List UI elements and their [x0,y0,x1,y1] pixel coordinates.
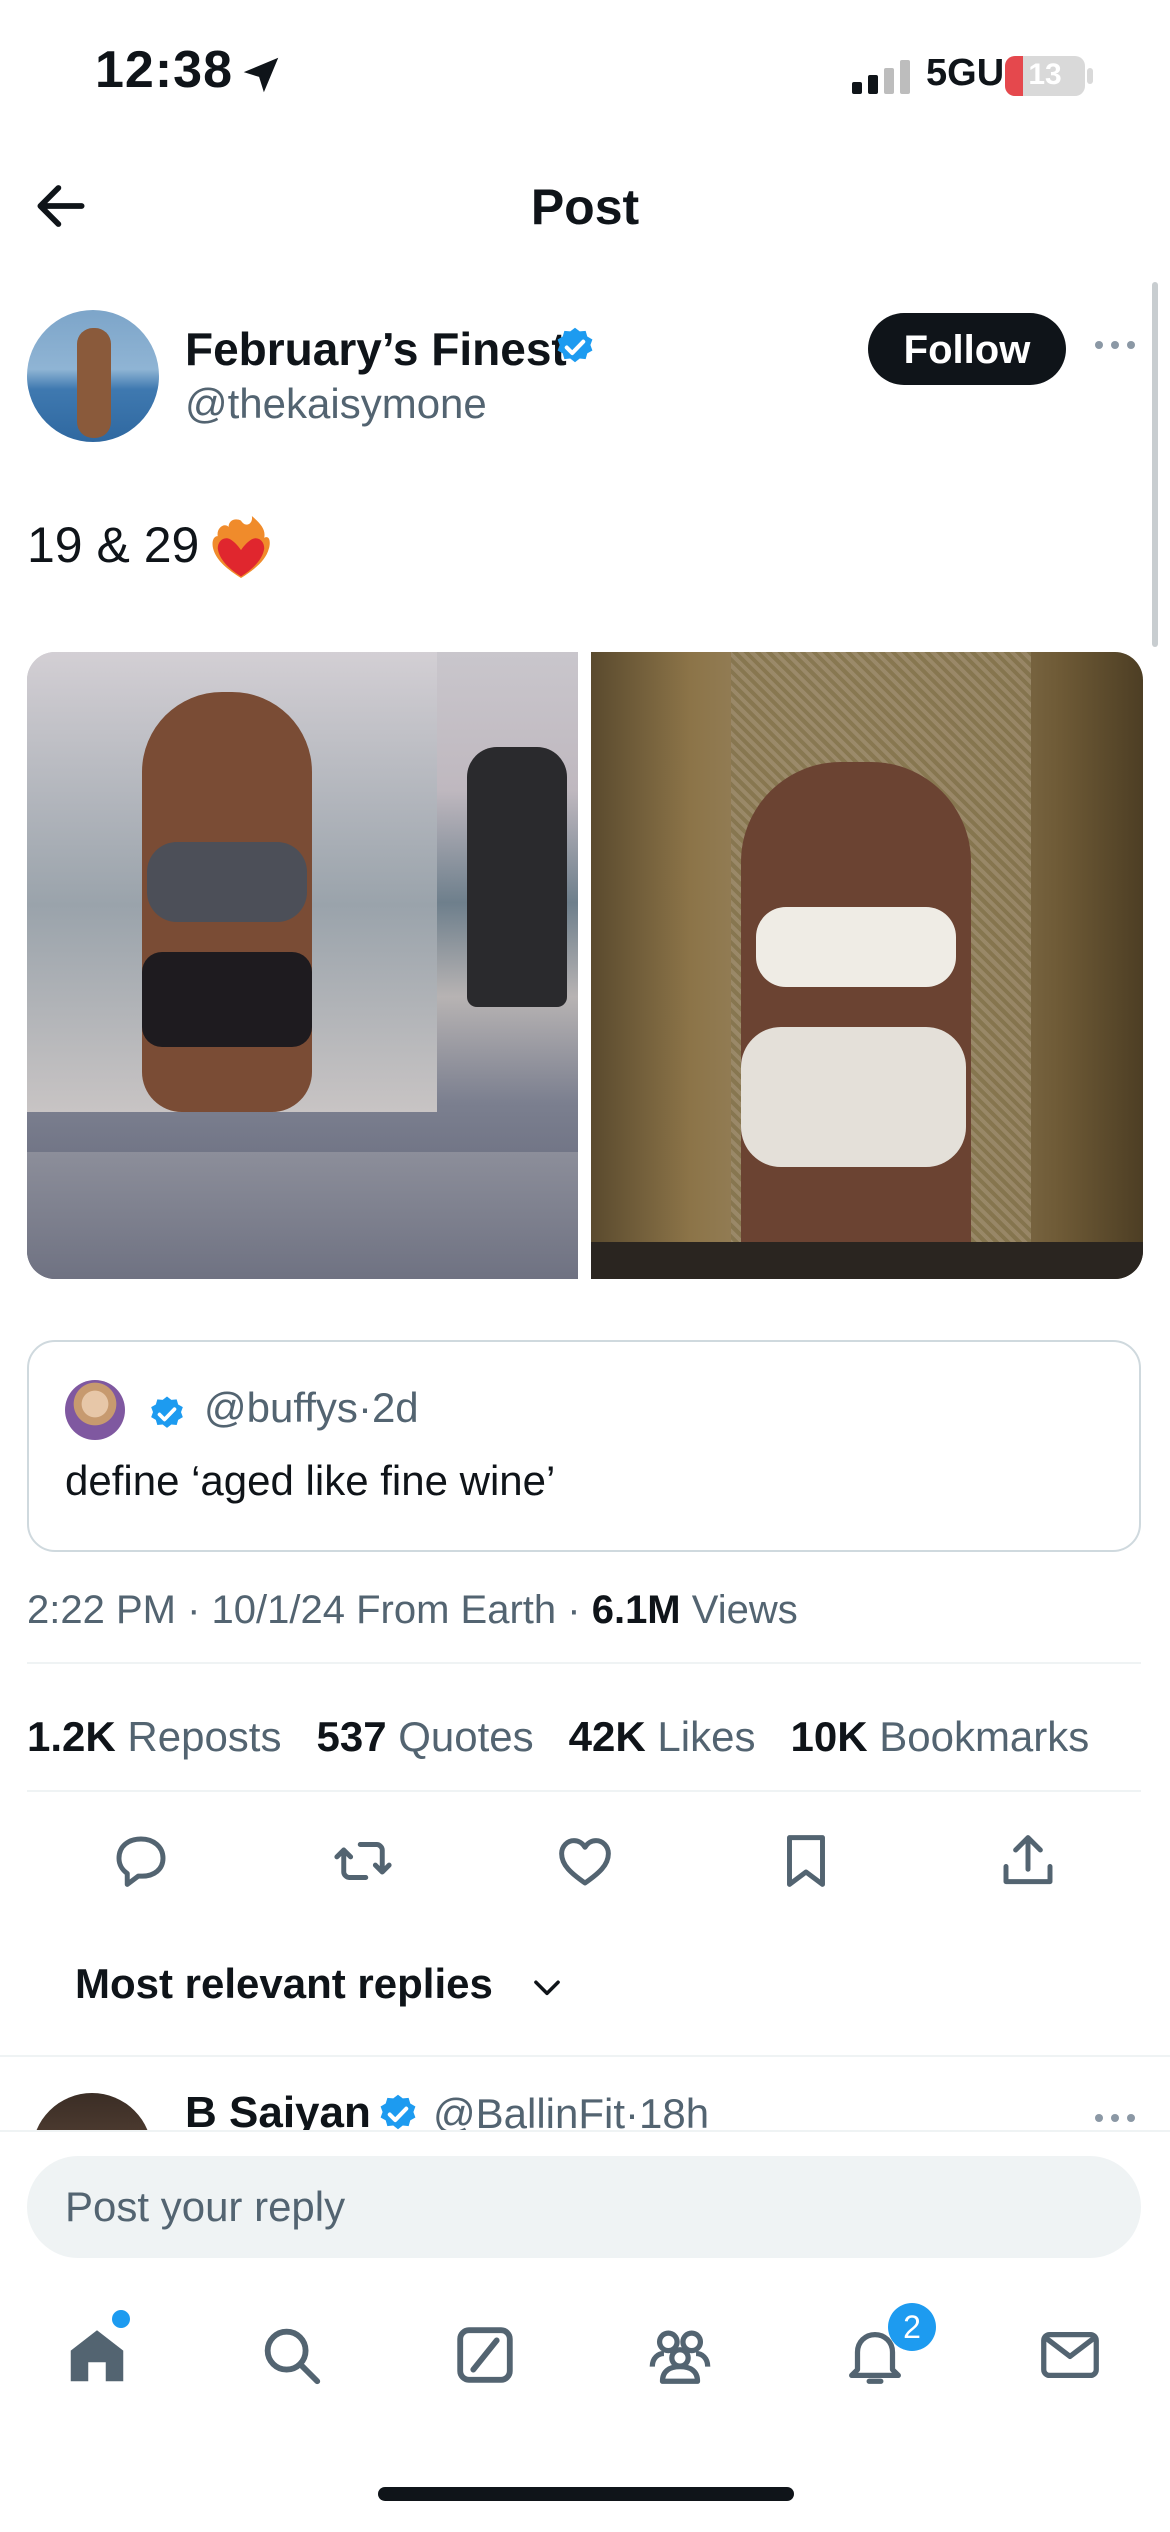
tweet-text: 19 & 29 [27,517,200,573]
messages-icon[interactable] [1035,2320,1105,2390]
page-title: Post [530,179,640,235]
reply-icon[interactable] [108,1828,174,1894]
divider [27,1662,1141,1664]
more-options-icon[interactable] [1090,330,1140,360]
signal-icon [852,60,910,94]
quoted-post-text: define ‘aged like fine wine’ [65,1457,556,1504]
verified-badge-icon [557,327,593,363]
quoted-author-handle: @buffys·2d [204,1384,419,1431]
tweet-photo-1[interactable] [27,652,578,1279]
post-stats[interactable]: 1.2K Reposts 537 Quotes 42K Likes 10K Bo… [27,1713,1089,1761]
heart-on-fire-emoji-icon [212,516,270,578]
author-avatar[interactable] [27,310,159,442]
more-options-icon[interactable] [1090,2103,1140,2133]
reply-sort-selector[interactable]: Most relevant replies [75,1960,493,2008]
search-icon[interactable] [256,2320,326,2390]
quoted-post-card[interactable]: @buffys·2d define ‘aged like fine wine’ [27,1340,1141,1552]
post-meta: 2:22 PM · 10/1/24 From Earth · 6.1M View… [27,1588,798,1632]
location-arrow-icon [243,57,279,93]
home-indicator[interactable] [378,2487,794,2501]
home-icon[interactable] [62,2320,132,2390]
quoted-author-avatar [65,1380,125,1440]
divider [27,1790,1141,1792]
verified-badge-icon [151,1396,183,1428]
battery-cap [1087,68,1093,84]
chevron-down-icon[interactable] [528,1968,566,2006]
tweet-photo-2[interactable] [591,652,1143,1279]
bookmark-icon[interactable] [773,1828,839,1894]
share-icon[interactable] [995,1828,1061,1894]
new-posts-indicator [112,2310,130,2328]
communities-icon[interactable] [645,2320,715,2390]
battery-icon: 13 [1005,56,1085,96]
battery-level: 13 [1028,58,1062,91]
status-time: 12:38 [95,41,233,99]
divider [0,2055,1170,2057]
notifications-badge: 2 [888,2303,936,2351]
grok-icon[interactable] [450,2320,520,2390]
author-handle[interactable]: @thekaisymone [185,380,487,428]
scrollbar[interactable] [1152,282,1158,647]
like-icon[interactable] [552,1828,618,1894]
repost-icon[interactable] [330,1828,396,1894]
reply-input[interactable]: Post your reply [27,2156,1141,2258]
follow-button[interactable]: Follow [868,313,1066,385]
author-name[interactable]: February’s Finest [185,322,567,376]
